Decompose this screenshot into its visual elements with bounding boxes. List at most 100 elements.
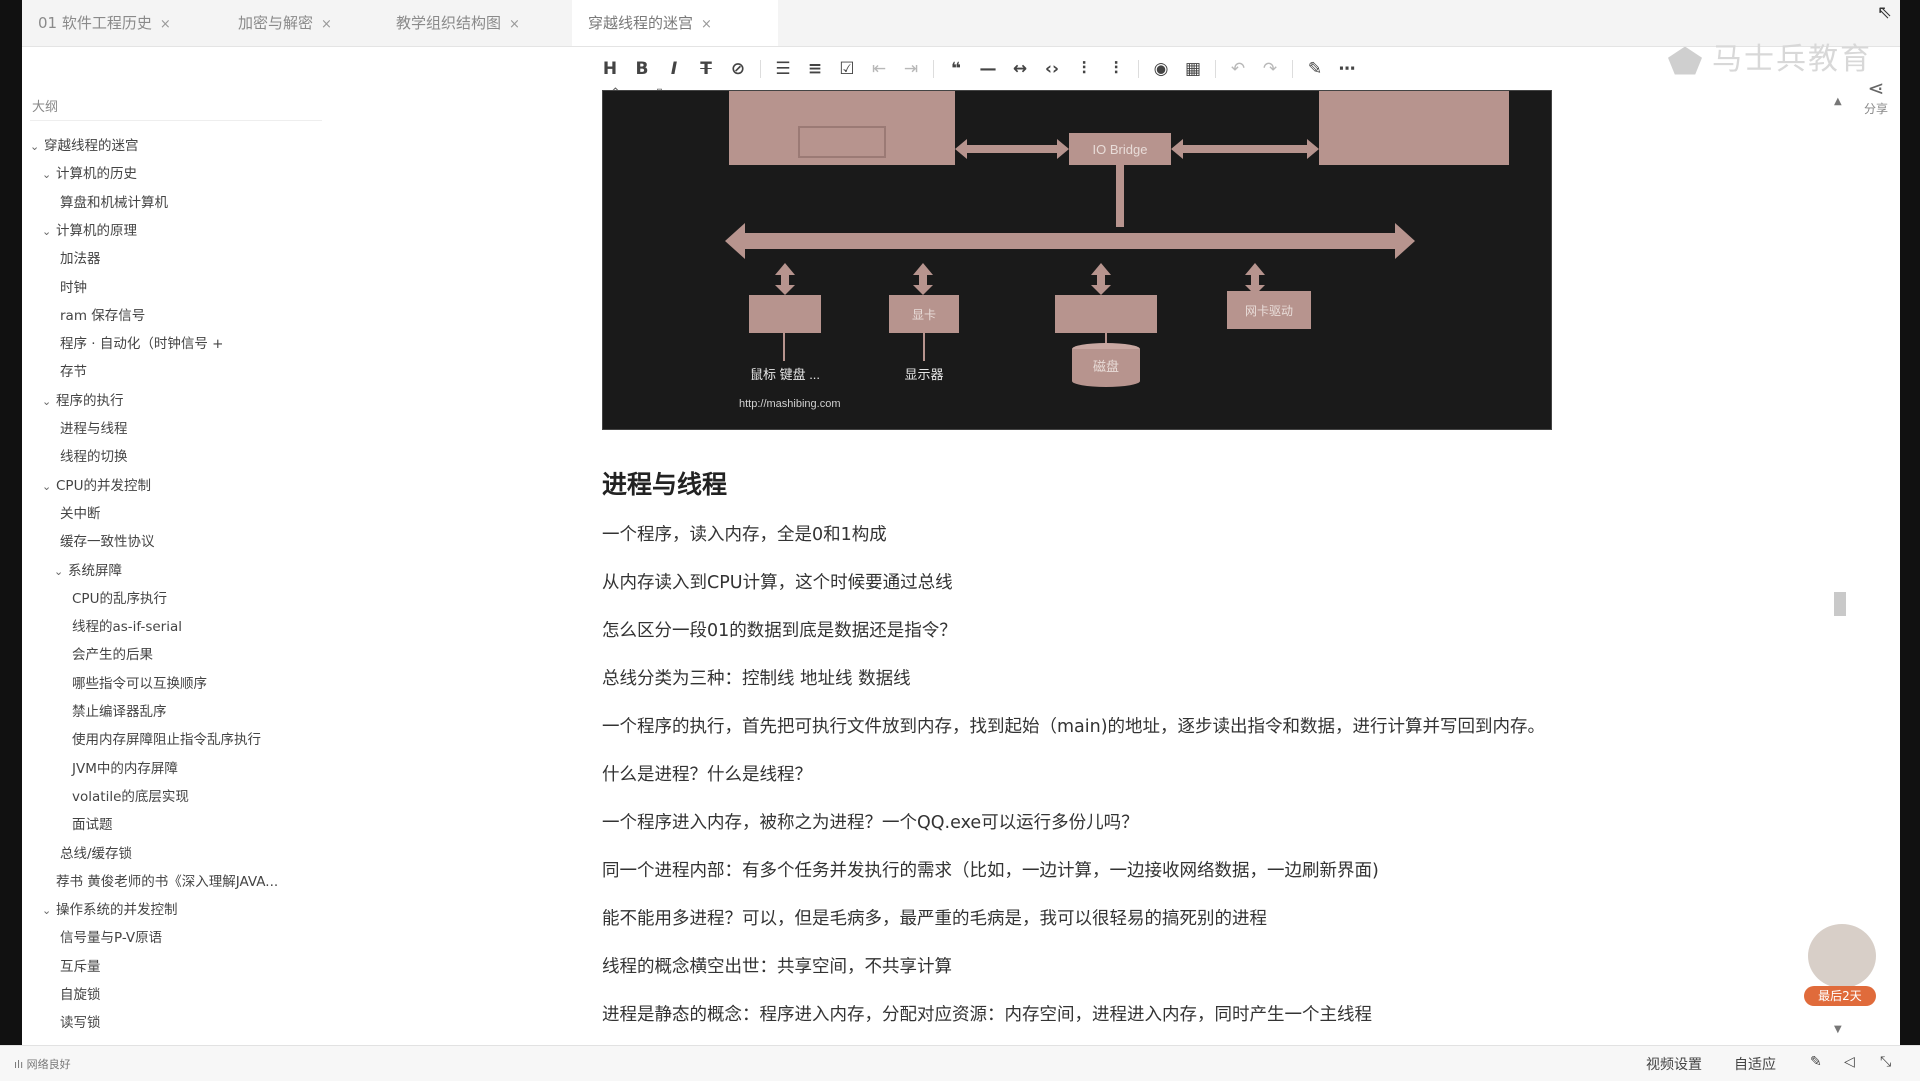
line-to-mouse xyxy=(783,333,785,361)
outline-item[interactable]: ⌄ CPU的并发控制 xyxy=(42,474,151,494)
outline-item[interactable]: 关中断 xyxy=(60,502,101,522)
outline-item[interactable]: 总线/缓存锁 xyxy=(60,842,132,862)
code-block-icon[interactable]: ‹› xyxy=(1042,58,1062,80)
promo-badge[interactable]: 最后2天 xyxy=(1800,920,1882,1010)
indent-icon[interactable]: ⇥ xyxy=(901,58,921,80)
link-icon[interactable]: ⊘ xyxy=(728,58,748,80)
close-icon[interactable]: × xyxy=(160,17,171,32)
video-settings-button[interactable]: 视频设置 xyxy=(1646,1054,1702,1074)
italic-icon[interactable]: I xyxy=(664,58,684,80)
outline-item[interactable]: 进程与线程 xyxy=(60,417,128,437)
outline-item[interactable]: 程序 · 自动化（时钟信号 + xyxy=(60,332,223,352)
bullet-list-icon[interactable]: ☰ xyxy=(773,58,793,80)
outline-item[interactable]: 时钟 xyxy=(60,276,87,296)
tab-org-chart[interactable]: 教学组织结构图 × xyxy=(396,0,556,46)
quote-icon[interactable]: ❝ xyxy=(946,58,966,80)
numbered-list-icon[interactable]: ≡ xyxy=(805,58,825,80)
outline-item[interactable]: ⌄ 穿越线程的迷宫 xyxy=(30,134,139,154)
tab-encryption[interactable]: 加密与解密 × xyxy=(238,0,358,46)
outline-item[interactable]: ram 保存信号 xyxy=(60,304,145,324)
outline-item-label: 面试题 xyxy=(72,817,113,834)
redo-icon[interactable]: ↷ xyxy=(1260,58,1280,80)
share-button[interactable]: ⋖ 分享 xyxy=(1858,76,1894,117)
volume-icon[interactable]: ◁ xyxy=(1844,1054,1855,1070)
tab-bar: 01 软件工程历史 × 加密与解密 × 教学组织结构图 × 穿越线程的迷宫 × xyxy=(22,0,1900,47)
pen-icon[interactable]: ✎ xyxy=(1305,58,1325,80)
document-body[interactable]: 进程与线程 一个程序，读入内存，全是0和1构成 从内存读入到CPU计算，这个时候要… xyxy=(602,465,1562,1049)
chevron-down-icon[interactable]: ⌄ xyxy=(42,395,56,408)
outline-item[interactable]: 使用内存屏障阻止指令乱序执行 xyxy=(72,728,261,748)
paragraph: 总线分类为三种：控制线 地址线 数据线 xyxy=(602,669,911,689)
scroll-down-icon[interactable]: ▼ xyxy=(1834,1024,1842,1035)
auto-fit-button[interactable]: 自适应 xyxy=(1734,1054,1776,1074)
memory-block xyxy=(1319,91,1509,165)
chevron-down-icon[interactable]: ⌄ xyxy=(42,225,56,238)
outline-item[interactable]: 算盘和机械计算机 xyxy=(60,191,168,211)
outline-item-label: CPU的乱序执行 xyxy=(72,590,167,607)
outline-item[interactable]: 互斥量 xyxy=(60,955,101,975)
outline-item[interactable]: 线程的as-if-serial xyxy=(72,615,182,635)
outline-item[interactable]: 加法器 xyxy=(60,247,101,267)
vertical-scrollbar[interactable]: ▲ ▼ xyxy=(1832,96,1846,1036)
chevron-down-icon[interactable]: ⌄ xyxy=(42,168,56,181)
align-left-icon[interactable]: ⫶ xyxy=(1074,58,1094,80)
outline-item[interactable]: ⌄ 系统屏障 xyxy=(54,559,122,579)
outline-item[interactable]: 会产生的后果 xyxy=(72,643,153,663)
chevron-down-icon[interactable]: ⌄ xyxy=(42,904,56,917)
outline-item[interactable]: 线程的切换 xyxy=(60,445,128,465)
outline-item[interactable]: 禁止编译器乱序 xyxy=(72,700,167,720)
pen-icon[interactable]: ✎ xyxy=(1810,1054,1822,1070)
toolbar-divider xyxy=(760,60,761,78)
tab-thread-maze[interactable]: 穿越线程的迷宫 × xyxy=(572,0,778,46)
more-icon[interactable]: ⋯ xyxy=(1337,58,1357,80)
close-icon[interactable]: × xyxy=(509,17,520,32)
outline-item-label: 缓存一致性协议 xyxy=(60,534,155,551)
preview-eye-icon[interactable]: ◉ xyxy=(1151,58,1171,80)
outline-item[interactable]: 哪些指令可以互换顺序 xyxy=(72,672,207,692)
outline-item[interactable]: volatile的底层实现 xyxy=(72,785,189,805)
chevron-down-icon[interactable]: ⌄ xyxy=(42,480,56,493)
paragraph: 同一个进程内部：有多个任务并发执行的需求（比如，一边计算，一边接收网络数据，一边… xyxy=(602,861,1379,881)
outline-item-label: 算盘和机械计算机 xyxy=(60,194,168,211)
outline-item[interactable]: 存节 xyxy=(60,360,87,380)
chevron-down-icon[interactable]: ⌄ xyxy=(30,140,44,153)
paragraph: 怎么区分一段01的数据到底是数据还是指令？ xyxy=(602,621,957,641)
outdent-icon[interactable]: ⇤ xyxy=(869,58,889,80)
strikethrough-icon[interactable]: T xyxy=(696,58,716,80)
outline-item[interactable]: 信号量与P-V原语 xyxy=(60,926,162,946)
outline-item[interactable]: 自旋锁 xyxy=(60,983,101,1003)
undo-icon[interactable]: ↶ xyxy=(1228,58,1248,80)
tab-label: 01 软件工程历史 xyxy=(38,14,152,32)
outline-item[interactable]: JVM中的内存屏障 xyxy=(72,757,178,777)
outline-item[interactable]: ⌄ 程序的执行 xyxy=(42,389,124,409)
heading-icon[interactable]: H xyxy=(600,58,620,80)
outline-item[interactable]: ⌄ 计算机的历史 xyxy=(42,162,137,182)
horizontal-rule-icon[interactable]: — xyxy=(978,58,998,80)
scroll-thumb[interactable] xyxy=(1834,592,1846,616)
share-icon: ⋖ xyxy=(1867,76,1885,100)
network-status: ılı 网络良好 xyxy=(14,1058,71,1071)
outline-item-label: 存节 xyxy=(60,364,87,381)
outline-item[interactable]: 中断控制与内核抢占 xyxy=(60,1040,182,1042)
scroll-up-icon[interactable]: ▲ xyxy=(1834,96,1842,107)
outline-divider xyxy=(30,120,322,121)
close-icon[interactable]: × xyxy=(321,17,332,32)
outline-item[interactable]: 荐书 黄俊老师的书《深入理解JAVA... xyxy=(56,870,278,890)
align-right-icon[interactable]: ⫶ xyxy=(1106,58,1126,80)
bold-icon[interactable]: B xyxy=(632,58,652,80)
outline-item[interactable]: 缓存一致性协议 xyxy=(60,530,155,550)
code-inline-icon[interactable]: ↔ xyxy=(1010,58,1030,80)
fullscreen-icon[interactable]: ⤡ xyxy=(1880,1054,1891,1070)
outline-item-label: 使用内存屏障阻止指令乱序执行 xyxy=(72,732,261,749)
tab-software-history[interactable]: 01 软件工程历史 × xyxy=(38,0,188,46)
checklist-icon[interactable]: ☑ xyxy=(837,58,857,80)
outline-item[interactable]: ⌄ 计算机的原理 xyxy=(42,219,137,239)
outline-item[interactable]: 面试题 xyxy=(72,813,113,833)
outline-item[interactable]: CPU的乱序执行 xyxy=(72,587,167,607)
outline-item[interactable]: 读写锁 xyxy=(60,1011,101,1031)
paragraph: 线程的概念横空出世：共享空间，不共享计算 xyxy=(602,957,952,977)
outline-item[interactable]: ⌄ 操作系统的并发控制 xyxy=(42,898,178,918)
chevron-down-icon[interactable]: ⌄ xyxy=(54,565,68,578)
table-icon[interactable]: ▦ xyxy=(1183,58,1203,80)
close-icon[interactable]: × xyxy=(701,17,712,32)
